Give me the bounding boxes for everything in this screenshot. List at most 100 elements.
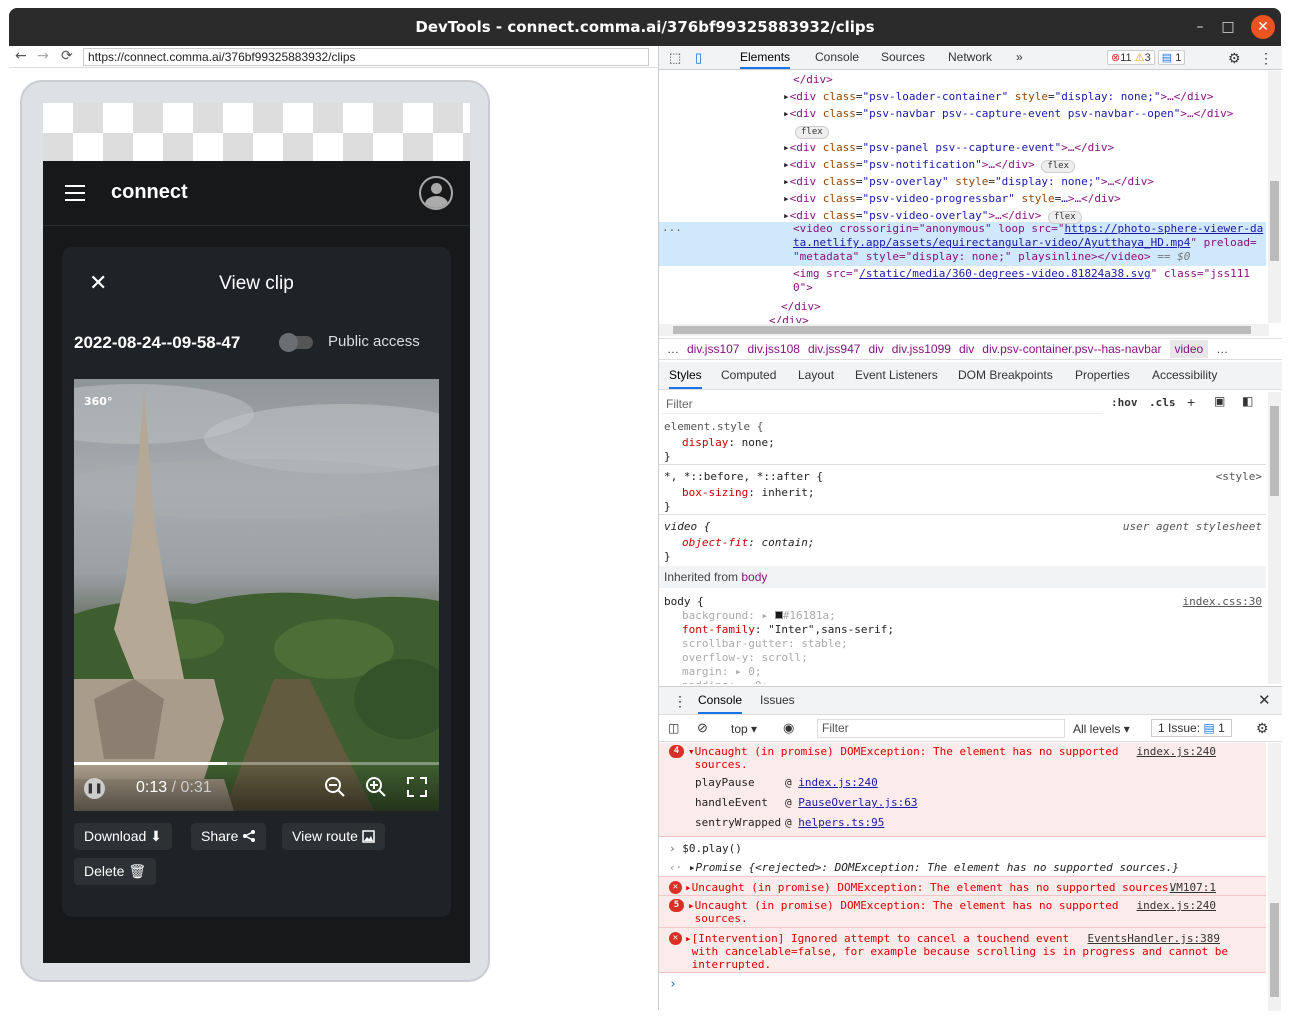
public-access-toggle[interactable]	[279, 333, 313, 352]
stack-frame-link[interactable]: @ helpers.ts:95	[785, 816, 884, 829]
download-button[interactable]: Download ⬇	[74, 823, 172, 850]
drawer-tab-console[interactable]: Console	[698, 693, 743, 714]
style-property[interactable]: padding: ▸ 0;	[682, 679, 768, 684]
drawer-close-icon[interactable]: ✕	[1258, 691, 1271, 709]
delete-button[interactable]: Delete 🗑	[74, 858, 157, 885]
style-property[interactable]: overflow-y: scroll;	[682, 651, 808, 664]
dom-line[interactable]: ▸<div class="psv-video-progressbar" styl…	[783, 190, 1121, 207]
menu-icon[interactable]	[65, 185, 85, 201]
dom-ellipsis[interactable]: ···	[662, 222, 682, 239]
forward-button[interactable]: →	[37, 48, 49, 64]
zoom-out-icon[interactable]	[323, 775, 347, 799]
stack-frame-link[interactable]: @ index.js:240	[785, 776, 878, 789]
view-route-button[interactable]: View route	[282, 823, 385, 850]
error-source-link[interactable]: index.js:240	[1137, 899, 1216, 912]
inspect-icon[interactable]: ⬚	[669, 50, 681, 66]
console-error-2[interactable]: ✕ ▸Uncaught (in promise) DOMException: T…	[659, 876, 1266, 896]
error-source-link[interactable]: VM107:1	[1170, 881, 1216, 894]
dom-line[interactable]: ▸<div class="psv-loader-container" style…	[783, 88, 1214, 105]
console-prompt[interactable]: ›	[669, 978, 677, 991]
reload-button[interactable]: ⟳	[61, 48, 73, 64]
crumb[interactable]: div.jss107	[687, 342, 739, 356]
avatar-icon[interactable]	[419, 176, 453, 210]
device-toolbar-icon[interactable]: ▯	[695, 50, 702, 66]
console-error-3[interactable]: 5 ▸Uncaught (in promise) DOMException: T…	[659, 896, 1266, 928]
window-close-button[interactable]: ✕	[1251, 15, 1275, 39]
styles-vscrollbar[interactable]	[1268, 392, 1281, 684]
message-count-badge[interactable]: ▤ 1	[1157, 50, 1186, 65]
zoom-in-icon[interactable]	[364, 775, 388, 799]
tab-computed[interactable]: Computed	[721, 368, 776, 382]
eye-icon[interactable]: ◉	[783, 720, 794, 736]
crumb[interactable]: div.jss108	[747, 342, 799, 356]
back-button[interactable]: ←	[15, 48, 27, 64]
toggle-sidebar-icon[interactable]: ◧	[1242, 394, 1253, 408]
tab-sources[interactable]: Sources	[881, 50, 925, 64]
stack-frame-link[interactable]: @ PauseOverlay.js:63	[785, 796, 917, 809]
crumb[interactable]: div	[959, 342, 974, 356]
video-player[interactable]: 360° ❚❚ 0:13 / 0:31	[74, 379, 439, 811]
kebab-menu-icon[interactable]: ⋮	[1259, 50, 1273, 67]
style-property[interactable]: display: none;	[682, 436, 775, 449]
context-select[interactable]: top ▾	[731, 722, 757, 736]
issues-button[interactable]: 1 Issue: ▤ 1	[1151, 719, 1232, 737]
rule-source-link[interactable]: index.css:30	[1183, 595, 1262, 608]
error-source-link[interactable]: EventsHandler.js:389	[1088, 932, 1220, 945]
more-tabs-button[interactable]: »	[1016, 50, 1023, 64]
crumb[interactable]: div.psv-container.psv--has-navbar	[982, 342, 1161, 356]
dom-vscrollbar[interactable]	[1268, 71, 1281, 323]
settings-gear-icon[interactable]: ⚙	[1228, 50, 1241, 67]
minimize-button[interactable]: –	[1189, 16, 1211, 38]
style-property[interactable]: box-sizing: inherit;	[682, 486, 814, 499]
video-progressbar[interactable]	[74, 762, 439, 765]
console-settings-gear-icon[interactable]: ⚙	[1256, 720, 1269, 737]
dom-line[interactable]: ▸<div class="psv-notification">…</div> f…	[783, 156, 1076, 173]
flex-badge[interactable]: flex	[795, 122, 829, 139]
style-property[interactable]: scrollbar-gutter: stable;	[682, 637, 848, 650]
console-error-1[interactable]: 4 ▾Uncaught (in promise) DOMException: T…	[659, 743, 1266, 837]
dom-img-line[interactable]: <img src="/static/media/360-degrees-vide…	[793, 267, 1250, 295]
tab-elements[interactable]: Elements	[740, 50, 791, 69]
error-count-badge[interactable]: ⊗11 ⚠3	[1107, 50, 1155, 65]
dom-line[interactable]: ▸<div class="psv-navbar psv--capture-eve…	[783, 105, 1233, 122]
dom-line[interactable]: ▸<div class="psv-panel psv--capture-even…	[783, 139, 1114, 156]
cls-button[interactable]: .cls	[1149, 396, 1176, 409]
dom-line[interactable]: ▸<div class="psv-overlay" style="display…	[783, 173, 1154, 190]
tab-dom-breakpoints[interactable]: DOM Breakpoints	[958, 368, 1053, 382]
share-button[interactable]: Share	[191, 823, 267, 850]
rule-source[interactable]: <style>	[1216, 470, 1262, 483]
tab-accessibility[interactable]: Accessibility	[1152, 368, 1217, 382]
tab-properties[interactable]: Properties	[1075, 368, 1130, 382]
crumb[interactable]: div.jss1099	[892, 342, 951, 356]
drawer-menu-icon[interactable]: ⋮	[673, 693, 687, 710]
tab-console[interactable]: Console	[815, 50, 859, 64]
error-source-link[interactable]: index.js:240	[1137, 745, 1216, 758]
console-vscrollbar[interactable]	[1268, 743, 1281, 1011]
console-error-4[interactable]: ✕ ▸[Intervention] Ignored attempt to can…	[659, 928, 1266, 973]
crumb-selected[interactable]: video	[1169, 340, 1209, 358]
crumb[interactable]: div	[868, 342, 883, 356]
maximize-button[interactable]: □	[1217, 16, 1239, 38]
app-brand[interactable]: connect	[111, 181, 188, 204]
tab-styles[interactable]: Styles	[669, 368, 702, 389]
tab-layout[interactable]: Layout	[798, 368, 834, 382]
tab-network[interactable]: Network	[948, 50, 992, 64]
pause-icon[interactable]: ❚❚	[84, 778, 105, 799]
console-result-line[interactable]: ‹· ▸Promise {<rejected>: DOMException: T…	[669, 861, 1179, 874]
add-rule-icon[interactable]: +	[1187, 394, 1195, 410]
style-property[interactable]: object-fit: contain;	[682, 536, 814, 549]
color-palette-icon[interactable]: ▣	[1214, 394, 1225, 408]
styles-filter-input[interactable]: Filter	[662, 394, 1102, 414]
levels-select[interactable]: All levels ▾	[1073, 722, 1130, 736]
tab-event-listeners[interactable]: Event Listeners	[855, 368, 938, 382]
style-property[interactable]: background: ▸ #16181a;	[682, 609, 836, 622]
360-icon[interactable]: 360°	[84, 395, 112, 408]
crumb[interactable]: …	[1216, 342, 1228, 356]
fullscreen-icon[interactable]	[405, 775, 429, 799]
color-swatch[interactable]	[774, 611, 783, 619]
style-property[interactable]: margin: ▸ 0;	[682, 665, 762, 678]
style-property[interactable]: font-family: "Inter",sans-serif;	[682, 623, 894, 636]
hov-button[interactable]: :hov	[1111, 396, 1138, 409]
dom-video-line[interactable]: <video crossorigin="anonymous" loop src=…	[793, 222, 1263, 264]
crumb[interactable]: …	[667, 342, 679, 356]
